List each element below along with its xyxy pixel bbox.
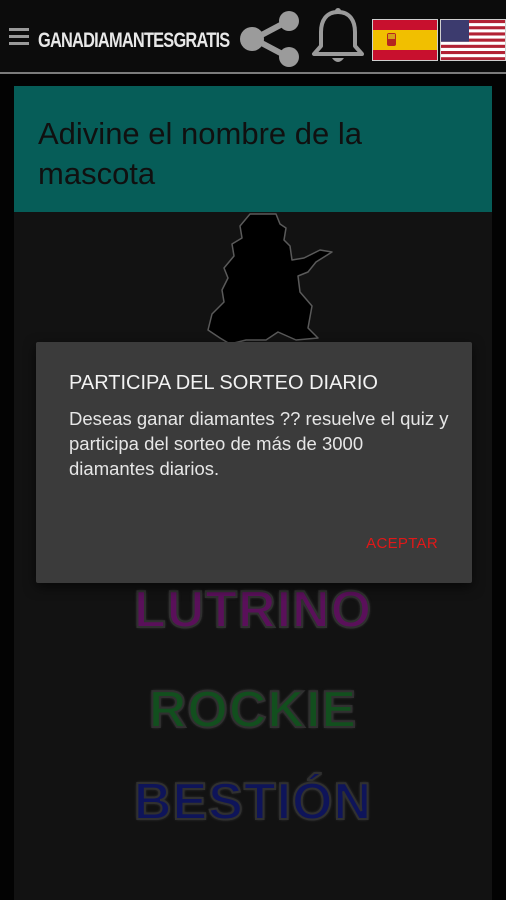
spain-flag-icon[interactable] bbox=[372, 19, 438, 61]
dialog-title: PARTICIPA DEL SORTEO DIARIO bbox=[69, 372, 378, 394]
daily-draw-dialog: PARTICIPA DEL SORTEO DIARIO Deseas ganar… bbox=[36, 342, 472, 583]
bell-icon[interactable] bbox=[308, 6, 368, 68]
usa-flag-icon[interactable] bbox=[440, 19, 506, 61]
dialog-message: Deseas ganar diamantes ?? resuelve el qu… bbox=[69, 408, 449, 479]
top-bar: GANADIAMANTESGRATIS bbox=[0, 0, 506, 74]
menu-icon[interactable] bbox=[9, 28, 29, 48]
share-icon[interactable] bbox=[238, 10, 304, 68]
app-title: GANADIAMANTESGRATIS bbox=[38, 29, 230, 52]
accept-button[interactable]: ACEPTAR bbox=[366, 535, 438, 552]
